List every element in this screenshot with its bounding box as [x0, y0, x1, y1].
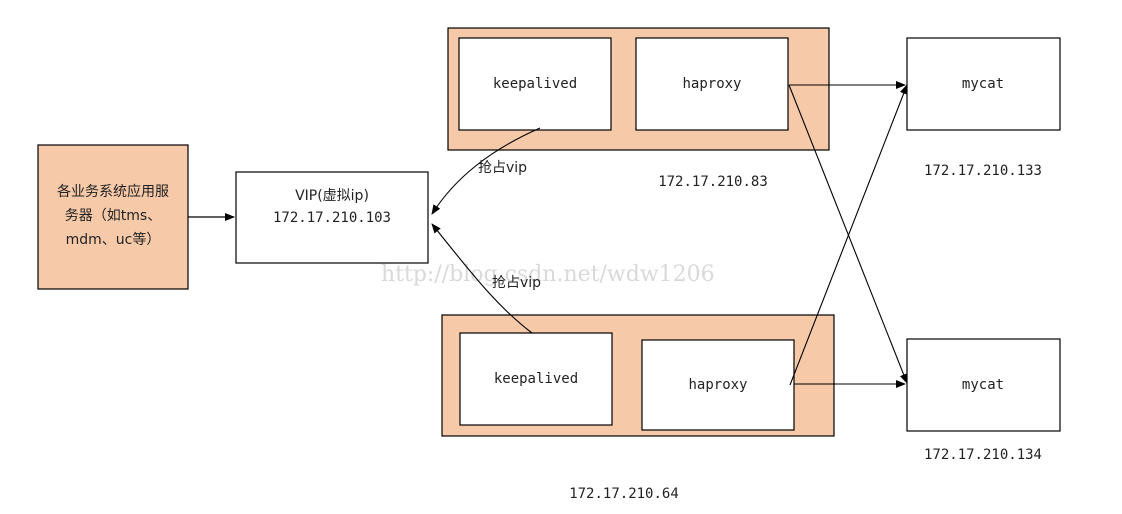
seize-vip-top-label: 抢占vip: [478, 159, 527, 176]
haproxy-top-label: haproxy: [682, 76, 741, 92]
watermark: http://blog.csdn.net/wdw1206: [381, 262, 715, 287]
architecture-diagram: http://blog.csdn.net/wdw1206 各业务系统应用服 务器…: [37, 27, 1061, 502]
vip-label: VIP(虚拟ip): [295, 188, 369, 204]
host-bottom-ip: 172.17.210.64: [569, 486, 679, 502]
client-servers-label-line3: mdm、uc等）: [66, 231, 161, 248]
keepalived-bottom-label: keepalived: [494, 371, 578, 387]
mycat-top-ip: 172.17.210.133: [924, 163, 1042, 179]
haproxy-bottom-label: haproxy: [688, 377, 747, 393]
client-servers-label-line2: 务器（如tms、: [65, 208, 161, 224]
host-top-ip: 172.17.210.83: [658, 174, 768, 190]
mycat-bottom-ip: 172.17.210.134: [924, 447, 1042, 463]
client-servers-label-line1: 各业务系统应用服: [57, 183, 169, 200]
keepalived-top-label: keepalived: [493, 76, 577, 92]
vip-ip-label: 172.17.210.103: [273, 210, 391, 226]
seize-vip-bottom-label: 抢占vip: [492, 274, 541, 291]
mycat-top-label: mycat: [962, 76, 1004, 92]
mycat-bottom-label: mycat: [962, 377, 1004, 393]
